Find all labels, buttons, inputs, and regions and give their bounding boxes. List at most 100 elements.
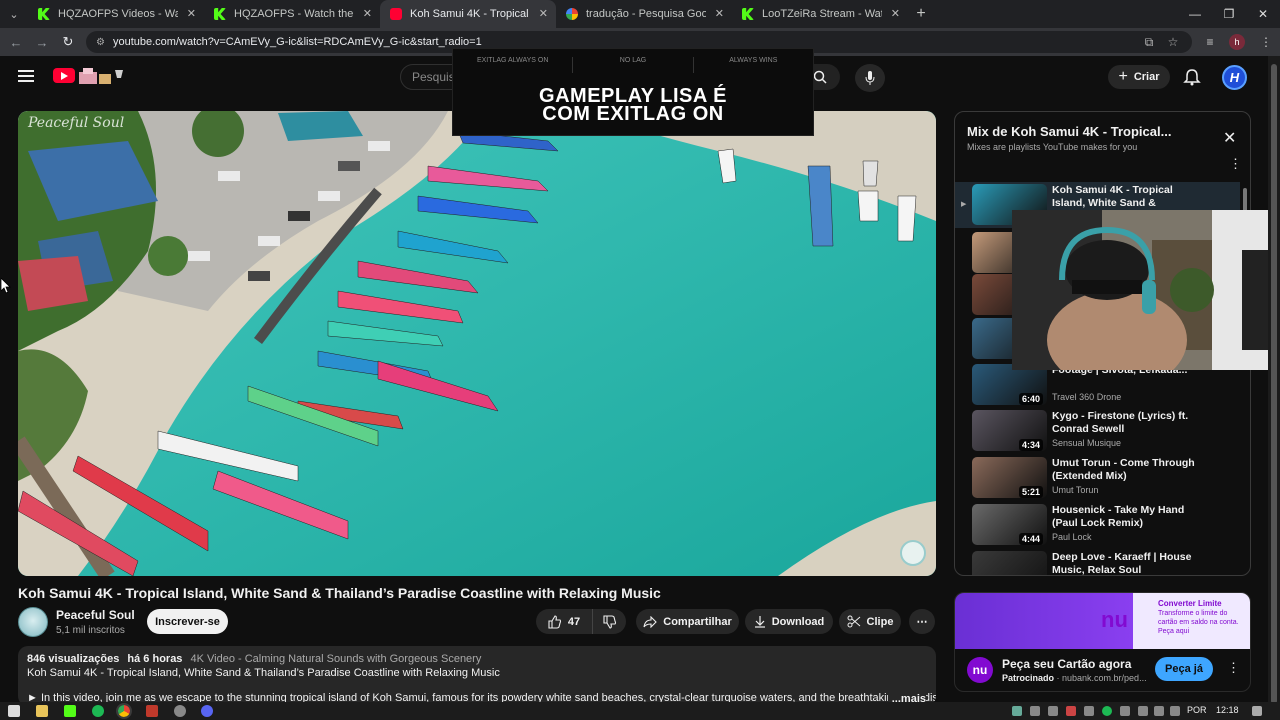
menu-dots-icon[interactable]: ⋮ xyxy=(1254,28,1278,56)
channel-watermark-icon[interactable] xyxy=(900,540,926,566)
tab-close-icon[interactable]: ✕ xyxy=(539,7,548,20)
voice-search-button[interactable] xyxy=(855,64,885,92)
obs-icon[interactable] xyxy=(174,705,186,717)
mix-thumbnail[interactable] xyxy=(972,551,1047,575)
overlay-line-2: COM EXITLAG ON xyxy=(542,103,724,125)
close-icon[interactable]: ✕ xyxy=(1223,128,1236,148)
tray-spotify-icon[interactable] xyxy=(1102,706,1112,716)
clock[interactable]: 12:18 xyxy=(1216,705,1239,715)
notification-center-icon[interactable] xyxy=(1252,706,1262,716)
tab-close-icon[interactable]: ✕ xyxy=(187,7,196,20)
tray-icon[interactable] xyxy=(1048,706,1058,716)
share-label: Compartilhar xyxy=(663,615,732,628)
new-tab-button[interactable]: + xyxy=(908,5,934,23)
ad-domain: nubank.com.br/ped... xyxy=(1062,673,1147,683)
browser-tab[interactable]: HQZAOFPS Videos - Watch On ✕ xyxy=(28,0,204,28)
youtube-logo[interactable] xyxy=(53,68,75,83)
browser-tab[interactable]: tradução - Pesquisa Google ✕ xyxy=(556,0,732,28)
video-player[interactable]: Peaceful Soul xyxy=(18,111,936,576)
channel-name[interactable]: Peaceful Soul xyxy=(56,608,135,622)
mix-item-channel: Umut Torun xyxy=(1052,485,1099,495)
tab-title: HQZAOFPS Videos - Watch On xyxy=(58,8,178,20)
tab-search-chevron-icon[interactable]: ⌄ xyxy=(0,0,28,28)
subscriber-count: 5,1 mil inscritos xyxy=(56,625,125,636)
mix-list-item[interactable]: 4:44 Housenick - Take My Hand (Paul Lock … xyxy=(955,502,1240,548)
ad-cta-button[interactable]: Peça já xyxy=(1155,657,1213,681)
mix-list-item[interactable]: 5:21 Umut Torun - Come Through (Extended … xyxy=(955,455,1240,501)
video-frame-aerial-beach xyxy=(18,111,936,576)
hamburger-menu-icon[interactable] xyxy=(18,70,34,82)
download-button[interactable]: Download xyxy=(745,609,833,634)
more-vertical-icon[interactable]: ⋮ xyxy=(1227,660,1240,676)
more-actions-button[interactable]: ⋯ xyxy=(909,609,935,634)
discord-icon[interactable] xyxy=(201,705,213,717)
microphone-icon[interactable] xyxy=(1138,706,1148,716)
tray-icon[interactable] xyxy=(1030,706,1040,716)
language-indicator[interactable]: POR xyxy=(1187,705,1207,715)
youtube-doodle-icon[interactable] xyxy=(77,66,125,86)
site-info-icon[interactable]: ⚙ xyxy=(96,37,105,48)
tray-icon[interactable] xyxy=(1066,706,1076,716)
ad-link: Peça aqui xyxy=(1158,628,1190,635)
description-box[interactable]: 846 visualizações há 6 horas 4K Video - … xyxy=(18,646,936,706)
dislike-button[interactable] xyxy=(592,609,626,634)
kick-icon xyxy=(38,8,50,20)
mix-item-channel: Sensual Musique xyxy=(1052,438,1122,448)
url-text: youtube.com/watch?v=CAmEVy_G-ic&list=RDC… xyxy=(112,36,482,48)
close-window-icon[interactable]: ✕ xyxy=(1246,0,1280,28)
ad-title[interactable]: Peça seu Cartão agora xyxy=(1002,657,1131,671)
tab-title: Koh Samui 4K - Tropical Island, xyxy=(410,8,530,20)
search-icon xyxy=(813,70,827,84)
mix-list-item[interactable]: 4:34 Kygo - Firestone (Lyrics) ft. Conrad… xyxy=(955,408,1240,454)
bookmark-star-icon[interactable]: ☆ xyxy=(1162,31,1184,53)
profile-avatar[interactable]: h xyxy=(1229,34,1245,50)
tab-close-icon[interactable]: ✕ xyxy=(715,7,724,20)
tab-title: tradução - Pesquisa Google xyxy=(586,8,706,20)
ad-body: Transforme o limite do cartão em saldo n… xyxy=(1158,610,1239,626)
now-playing-icon: ▶ xyxy=(961,201,967,208)
volume-icon[interactable] xyxy=(1170,706,1180,716)
reload-icon[interactable]: ↻ xyxy=(55,34,81,50)
browser-tab[interactable]: LooTZeiRa Stream - Watch Live ✕ xyxy=(732,0,908,28)
tray-icon[interactable] xyxy=(1012,706,1022,716)
spotify-icon[interactable] xyxy=(92,705,104,717)
tray-icon[interactable] xyxy=(1084,706,1094,716)
tab-close-icon[interactable]: ✕ xyxy=(363,7,372,20)
chrome-icon[interactable] xyxy=(116,703,132,719)
media-controls-icon[interactable]: ≡ xyxy=(1198,28,1222,56)
app-icon[interactable] xyxy=(146,705,158,717)
subscribe-button[interactable]: Inscrever-se xyxy=(147,609,228,634)
share-button[interactable]: Compartilhar xyxy=(636,609,739,634)
ad-card[interactable]: nu Converter Limite Transforme o limite … xyxy=(954,592,1251,692)
kick-app-icon[interactable] xyxy=(64,705,76,717)
forward-icon[interactable]: → xyxy=(29,35,55,50)
browser-tab[interactable]: HQZAOFPS - Watch the VOD o ✕ xyxy=(204,0,380,28)
download-icon xyxy=(754,616,765,628)
mix-list-item[interactable]: Deep Love - Karaeff | House Music, Relax… xyxy=(955,549,1240,575)
start-icon[interactable] xyxy=(8,705,20,717)
browser-tab[interactable]: Koh Samui 4K - Tropical Island, ✕ xyxy=(380,0,556,28)
clip-button[interactable]: Clipe xyxy=(839,609,901,634)
account-avatar[interactable]: H xyxy=(1222,65,1247,90)
back-icon[interactable]: ← xyxy=(3,35,29,50)
like-count: 47 xyxy=(567,615,581,628)
minimize-icon[interactable]: — xyxy=(1178,0,1212,28)
advertiser-avatar[interactable]: nu xyxy=(967,657,993,683)
network-icon[interactable] xyxy=(1154,706,1164,716)
view-count: 846 visualizações xyxy=(27,653,120,665)
create-button[interactable]: + Criar xyxy=(1108,65,1170,89)
notifications-bell-icon[interactable] xyxy=(1182,67,1202,87)
tab-close-icon[interactable]: ✕ xyxy=(891,7,900,20)
overlay-headline: GAMEPLAY LISA É COM EXITLAG ON xyxy=(453,86,813,125)
more-vertical-icon[interactable]: ⋮ xyxy=(1229,156,1242,172)
clip-label: Clipe xyxy=(866,615,894,628)
page-scrollbar[interactable] xyxy=(1268,56,1280,704)
like-button[interactable]: 47 xyxy=(536,609,592,634)
file-explorer-icon[interactable] xyxy=(36,705,48,717)
tray-icon[interactable] xyxy=(1120,706,1130,716)
cast-icon[interactable]: ⧉ xyxy=(1138,31,1160,53)
restore-icon[interactable]: ❐ xyxy=(1212,0,1246,28)
channel-avatar[interactable] xyxy=(18,607,48,637)
video-title: Koh Samui 4K - Tropical Island, White Sa… xyxy=(18,585,661,601)
share-icon xyxy=(643,615,658,628)
